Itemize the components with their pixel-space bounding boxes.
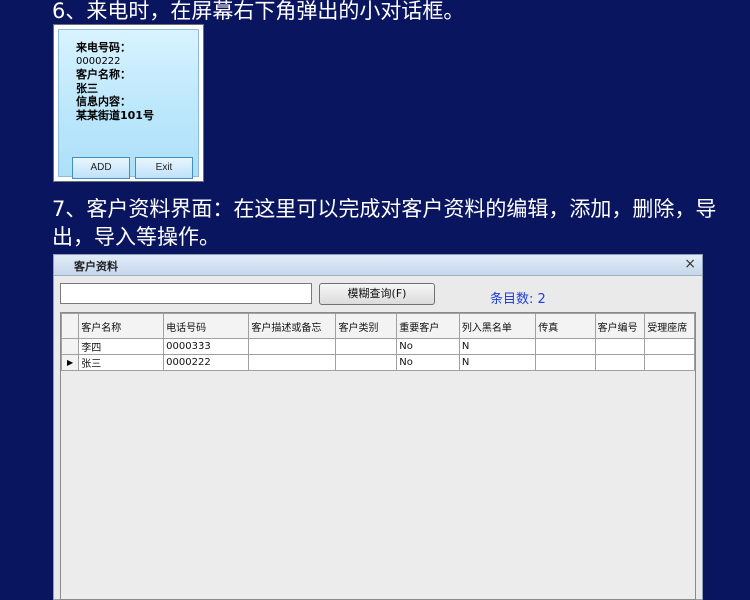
column-header[interactable]: 客户类别: [335, 313, 398, 339]
fuzzy-search-button[interactable]: 模糊查询(F): [319, 283, 435, 305]
popup-panel: 来电号码： 0000222 客户名称： 张三 信息内容： 某某街道101号 AD…: [58, 29, 199, 179]
section-6-heading: 6、来电时，在屏幕右下角弹出的小对话框。: [52, 0, 465, 23]
table-row[interactable]: ▶ 张三 0000222 No N: [61, 354, 695, 371]
row-selector[interactable]: [61, 338, 80, 355]
column-header[interactable]: 电话号码: [163, 313, 250, 339]
caller-number-value: 0000222: [76, 55, 121, 67]
table-row[interactable]: 李四 0000333 No N: [61, 338, 695, 355]
exit-button[interactable]: Exit: [135, 157, 193, 179]
table-cell[interactable]: [335, 338, 398, 355]
current-row-arrow-icon: ▶: [67, 358, 74, 367]
customer-table: 客户名称 电话号码 客户描述或备忘 客户类别 重要客户 列入黑名单 传真 客户编号 受理座席 李…: [60, 312, 696, 600]
window-title: 客户资料: [74, 260, 118, 273]
table-cell[interactable]: [594, 338, 646, 355]
column-header[interactable]: 客户编号: [594, 313, 646, 339]
customer-info-window: 客户资料 × 模糊查询(F) 条目数: 2 客户名称 电话号码 客户描述或备忘 客户类…: [53, 254, 703, 600]
incoming-call-popup: 来电号码： 0000222 客户名称： 张三 信息内容： 某某街道101号 AD…: [53, 24, 204, 182]
table-cell[interactable]: [248, 338, 337, 355]
row-selector[interactable]: ▶: [61, 354, 80, 371]
table-cell[interactable]: No: [396, 354, 460, 371]
close-icon[interactable]: ×: [684, 256, 696, 272]
table-header: 客户名称 电话号码 客户描述或备忘 客户类别 重要客户 列入黑名单 传真 客户编号 受理座席: [61, 313, 695, 339]
table-cell[interactable]: No: [396, 338, 460, 355]
table-cell[interactable]: [335, 354, 398, 371]
table-cell[interactable]: [248, 354, 337, 371]
table-cell[interactable]: 张三: [78, 354, 165, 371]
table-cell[interactable]: 0000333: [163, 338, 250, 355]
table-cell[interactable]: 0000222: [163, 354, 250, 371]
column-header[interactable]: 客户名称: [78, 313, 165, 339]
info-content-value: 某某街道101号: [76, 108, 154, 122]
search-input[interactable]: [60, 283, 312, 304]
table-cell[interactable]: [535, 338, 596, 355]
column-header[interactable]: 列入黑名单: [458, 313, 537, 339]
record-count: 条目数: 2: [490, 292, 546, 307]
info-content-label: 信息内容：: [76, 95, 131, 109]
column-header[interactable]: 重要客户: [396, 313, 460, 339]
table-cell[interactable]: 李四: [78, 338, 165, 355]
table-cell[interactable]: [644, 338, 695, 355]
table-cell[interactable]: N: [458, 338, 537, 355]
table-cell[interactable]: N: [458, 354, 537, 371]
add-button[interactable]: ADD: [72, 157, 130, 179]
table-cell[interactable]: [644, 354, 695, 371]
column-header[interactable]: 传真: [535, 313, 596, 339]
table-cell[interactable]: [535, 354, 596, 371]
table-cell[interactable]: [594, 354, 646, 371]
window-titlebar: 客户资料 ×: [54, 255, 702, 276]
column-header[interactable]: 受理座席: [644, 313, 695, 339]
customer-name-value: 张三: [76, 81, 98, 95]
popup-text: 来电号码： 0000222 客户名称： 张三 信息内容： 某某街道101号: [76, 41, 154, 123]
caller-number-label: 来电号码：: [76, 41, 131, 54]
column-header[interactable]: 客户描述或备忘: [248, 313, 337, 339]
customer-name-label: 客户名称：: [76, 68, 131, 82]
section-7-heading: 7、客户资料界面：在这里可以完成对客户资料的编辑，添加，删除，导出，导入等操作。: [52, 197, 717, 249]
row-header-corner: [61, 313, 80, 339]
